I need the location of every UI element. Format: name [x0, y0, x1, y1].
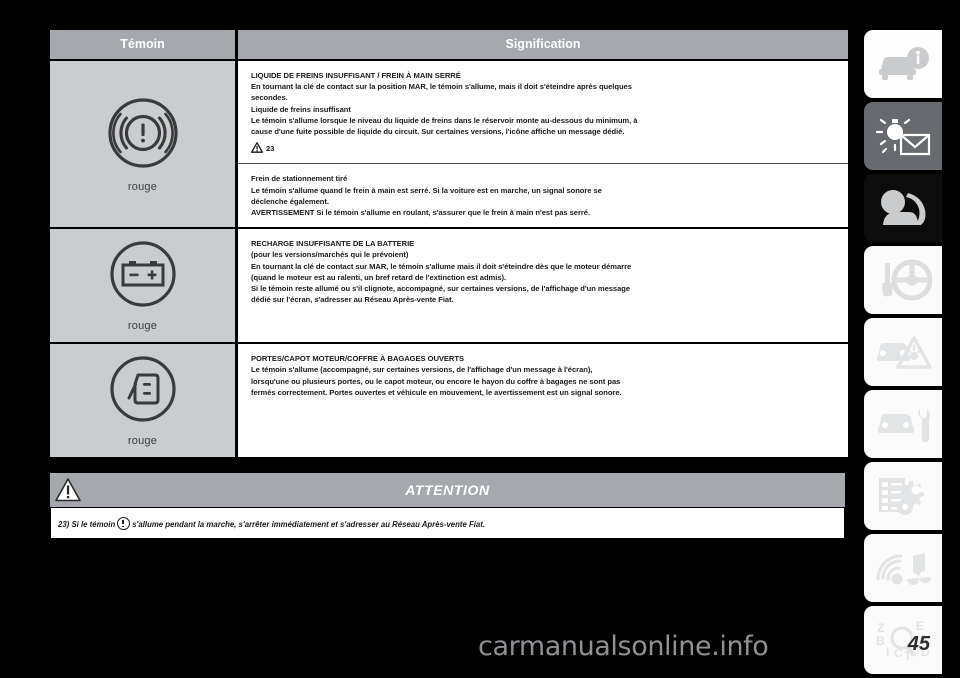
lights-message-icon [874, 115, 932, 157]
lamp-cell-brake: rouge [50, 60, 238, 230]
text-line: PORTES/CAPOT MOTEUR/COFFRE À BAGAGES OUV… [251, 354, 464, 364]
column-header-temoin: Témoin [50, 30, 238, 61]
attention-note-box: 23) Si le témoin s'allume pendant la marc… [50, 507, 845, 540]
specs-gears-icon [875, 475, 931, 517]
text-line: dédié sur l'écran, s'adresser au Réseau … [251, 295, 454, 305]
text-line: Le témoin s'allume quand le frein à main… [251, 185, 602, 195]
lamp-color-label: rouge [127, 320, 158, 333]
attention-note-ref: 23) [58, 520, 70, 530]
table-row: rouge LIQUIDE DE FREINS INSUFFISANT / FR… [50, 60, 848, 230]
significance-cell-doors: PORTES/CAPOT MOTEUR/COFFRE À BAGAGES OUV… [236, 343, 848, 458]
car-wrench-icon [874, 405, 932, 443]
lamp-cell-battery: rouge [50, 228, 238, 345]
warning-lamps-table-area: Témoin Signification rouge LIQUIDE DE FR… [50, 30, 848, 600]
airbag-icon [875, 188, 931, 228]
text-line: déclenche également. [251, 196, 329, 206]
sidebar-tab-multimedia[interactable] [864, 534, 942, 602]
lamp-cell-doors: rouge [50, 343, 238, 458]
table-header-row: Témoin Signification [50, 30, 848, 61]
text-line: Le témoin s'allume lorsque le niveau du … [251, 115, 638, 125]
text-line: AVERTISSEMENT Si le témoin s'allume en r… [251, 208, 591, 218]
battery-charge-lamp-icon [108, 241, 178, 313]
attention-note: 23) Si le témoin s'allume pendant la marc… [58, 517, 486, 531]
warning-triangle-icon [250, 142, 264, 154]
text-line: En tournant la clé de contact sur MAR, l… [251, 261, 632, 271]
car-hazard-icon [874, 332, 932, 372]
svg-text:B: B [876, 634, 885, 648]
brake-warning-lamp-icon [106, 98, 180, 174]
sidebar-tab-start-drive[interactable] [864, 246, 942, 314]
sidebar-tab-index[interactable]: Z E B A I C T D [864, 606, 942, 674]
brake-lamp-inline-icon [117, 517, 131, 531]
sidebar-tab-maintenance[interactable] [864, 390, 942, 458]
site-watermark: carmanualsonline.info [478, 631, 769, 662]
text-line: En tournant la clé de contact sur la pos… [251, 82, 632, 92]
significance-cell-parking-brake: Frein de stationnement tiré Le témoin s'… [236, 163, 848, 230]
key-steering-icon [874, 259, 932, 301]
chapter-tab-rail: Z E B A I C T D [864, 30, 942, 678]
manual-page: Témoin Signification rouge LIQUIDE DE FR… [0, 0, 960, 678]
significance-cell-brake-fluid: LIQUIDE DE FREINS INSUFFISANT / FREIN À … [236, 60, 848, 165]
text-line: Le témoin s'allume (accompagné, sur cert… [251, 365, 593, 375]
warning-lamps-table: Témoin Signification rouge LIQUIDE DE FR… [50, 30, 848, 458]
significance-cell-battery: RECHARGE INSUFFISANTE DE LA BATTERIE (po… [236, 228, 848, 345]
sidebar-tab-dashboard[interactable] [864, 102, 942, 170]
sidebar-tab-emergency[interactable] [864, 318, 942, 386]
doors-open-lamp-icon [108, 356, 178, 428]
multimedia-icon [875, 548, 931, 588]
attention-note-suffix: s'allume pendant la marche, s'arrêter im… [132, 520, 486, 530]
svg-text:I: I [886, 645, 889, 659]
reference-marker: 23 [250, 142, 834, 154]
table-row: rouge RECHARGE INSUFFISANTE DE LA BATTER… [50, 228, 848, 345]
text-line: RECHARGE INSUFFISANTE DE LA BATTERIE [251, 239, 415, 249]
sidebar-tab-car-info[interactable] [864, 30, 942, 98]
text-line: secondes. [251, 93, 288, 103]
text-line: Frein de stationnement tiré [251, 174, 348, 184]
attention-title: ATTENTION [405, 482, 490, 499]
text-line: (pour les versions/marchés qui le prévoi… [251, 250, 409, 260]
text-line: Si le témoin reste allumé ou s'il cligno… [251, 284, 631, 294]
text-line: cause d'une fuite possible de liquide du… [251, 127, 625, 137]
text-line: (quand le moteur est au ralenti, un bref… [251, 272, 507, 282]
attention-note-prefix: Si le témoin [71, 520, 116, 530]
svg-text:E: E [916, 619, 924, 633]
text-line: Liquide de freins insuffisant [251, 104, 351, 114]
table-row: rouge PORTES/CAPOT MOTEUR/COFFRE À BAGAG… [50, 343, 848, 458]
sidebar-tab-safety[interactable] [864, 174, 942, 242]
column-header-signification: Signification [236, 30, 848, 61]
lamp-color-label: rouge [127, 180, 158, 193]
page-number: 45 [907, 633, 930, 655]
lamp-color-label: rouge [127, 435, 158, 448]
text-line: lorsqu'une ou plusieurs portes, ou le ca… [251, 376, 621, 386]
car-info-icon [875, 44, 931, 84]
text-line: LIQUIDE DE FREINS INSUFFISANT / FREIN À … [251, 71, 461, 80]
reference-number: 23 [266, 144, 275, 154]
text-line: fermés correctement. Portes ouvertes et … [251, 387, 622, 397]
svg-text:Z: Z [877, 621, 884, 635]
attention-header: ATTENTION [50, 473, 845, 508]
sidebar-tab-specs[interactable] [864, 462, 942, 530]
